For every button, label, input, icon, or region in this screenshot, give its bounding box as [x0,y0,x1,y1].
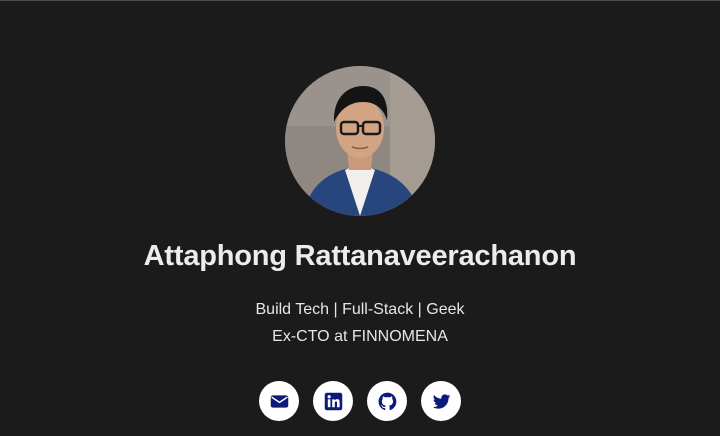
twitter-icon [432,393,450,409]
github-button[interactable] [367,381,407,421]
profile-card: Attaphong Rattanaveerachanon Build Tech … [0,0,720,436]
profile-tagline: Build Tech | Full-Stack | Geek [255,301,465,318]
email-button[interactable] [259,381,299,421]
profile-role: Ex-CTO at FINNOMENA [272,328,448,345]
avatar-photo [285,66,435,216]
linkedin-button[interactable] [313,381,353,421]
twitter-button[interactable] [421,381,461,421]
avatar [285,66,435,216]
linkedin-icon [324,392,342,410]
github-icon [378,392,396,410]
social-links [259,381,463,421]
profile-name: Attaphong Rattanaveerachanon [143,240,577,272]
envelope-icon [270,394,288,408]
